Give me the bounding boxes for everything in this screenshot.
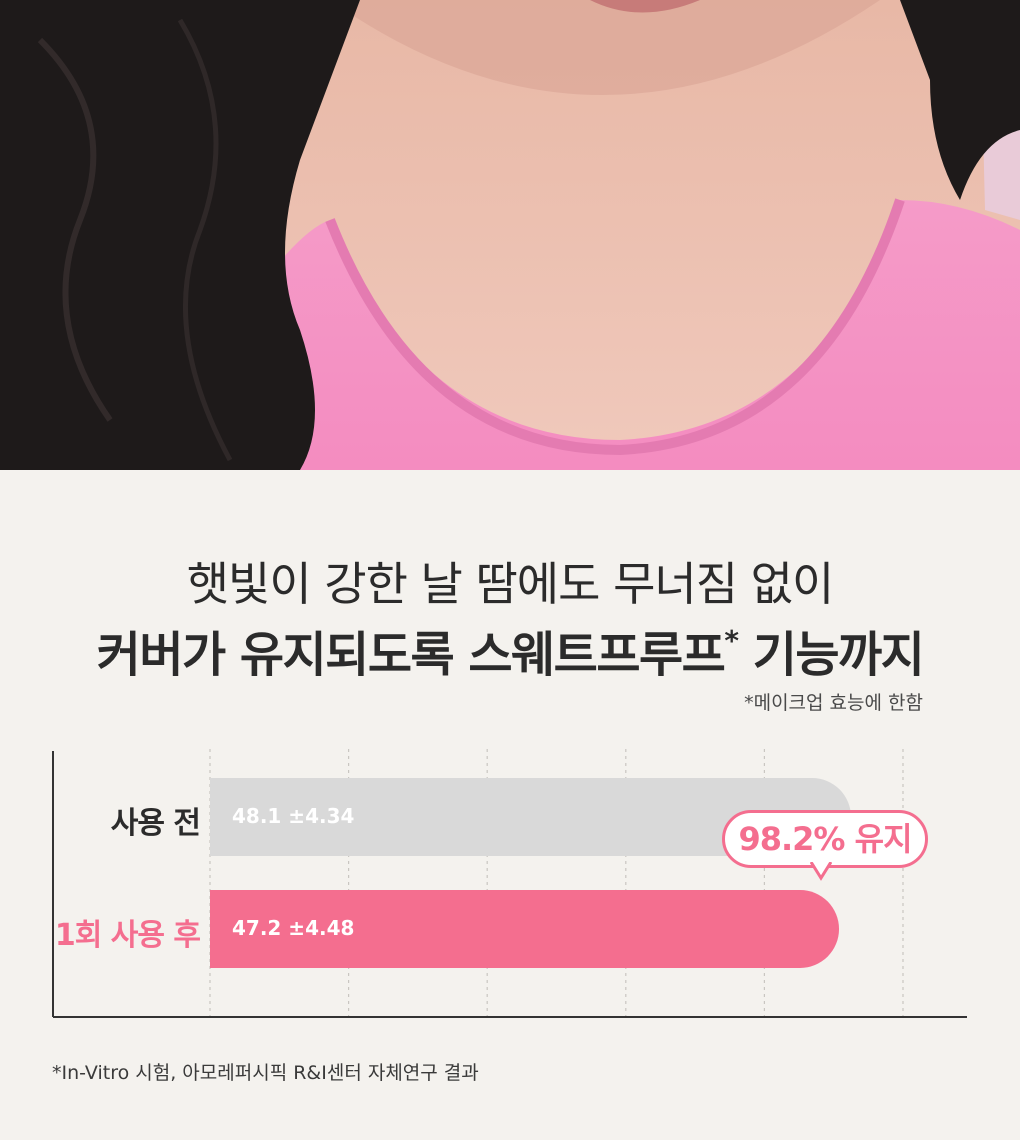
bar-value-label: 48.1 ±4.34 — [232, 804, 355, 828]
category-label: 1회 사용 후 — [54, 918, 201, 953]
footnote-top: *메이크업 효능에 한함 — [744, 692, 923, 714]
footnote-bottom: *In-Vitro 시험, 아모레퍼시픽 R&I센터 자체연구 결과 — [52, 1062, 479, 1084]
chart — [0, 745, 1020, 1030]
bar-chart-svg — [52, 749, 967, 1018]
callout-tail — [810, 862, 832, 884]
category-label: 사용 전 — [110, 806, 201, 841]
headline-asterisk: * — [724, 624, 739, 657]
model-photo-illustration — [0, 0, 1020, 470]
bar-value-label: 47.2 ±4.48 — [232, 916, 355, 940]
retention-callout: 98.2% 유지 — [722, 810, 928, 868]
headline-line2-end: 기능까지 — [737, 627, 925, 683]
headline-line1: 햇빛이 강한 날 땀에도 무너짐 없이 — [186, 557, 835, 611]
headline-line2: 커버가 유지되도록 스웨트프루프* 기능까지 — [0, 615, 1020, 685]
model-photo — [0, 0, 1020, 470]
headline-line2-main: 커버가 유지되도록 스웨트프루프 — [96, 627, 726, 683]
